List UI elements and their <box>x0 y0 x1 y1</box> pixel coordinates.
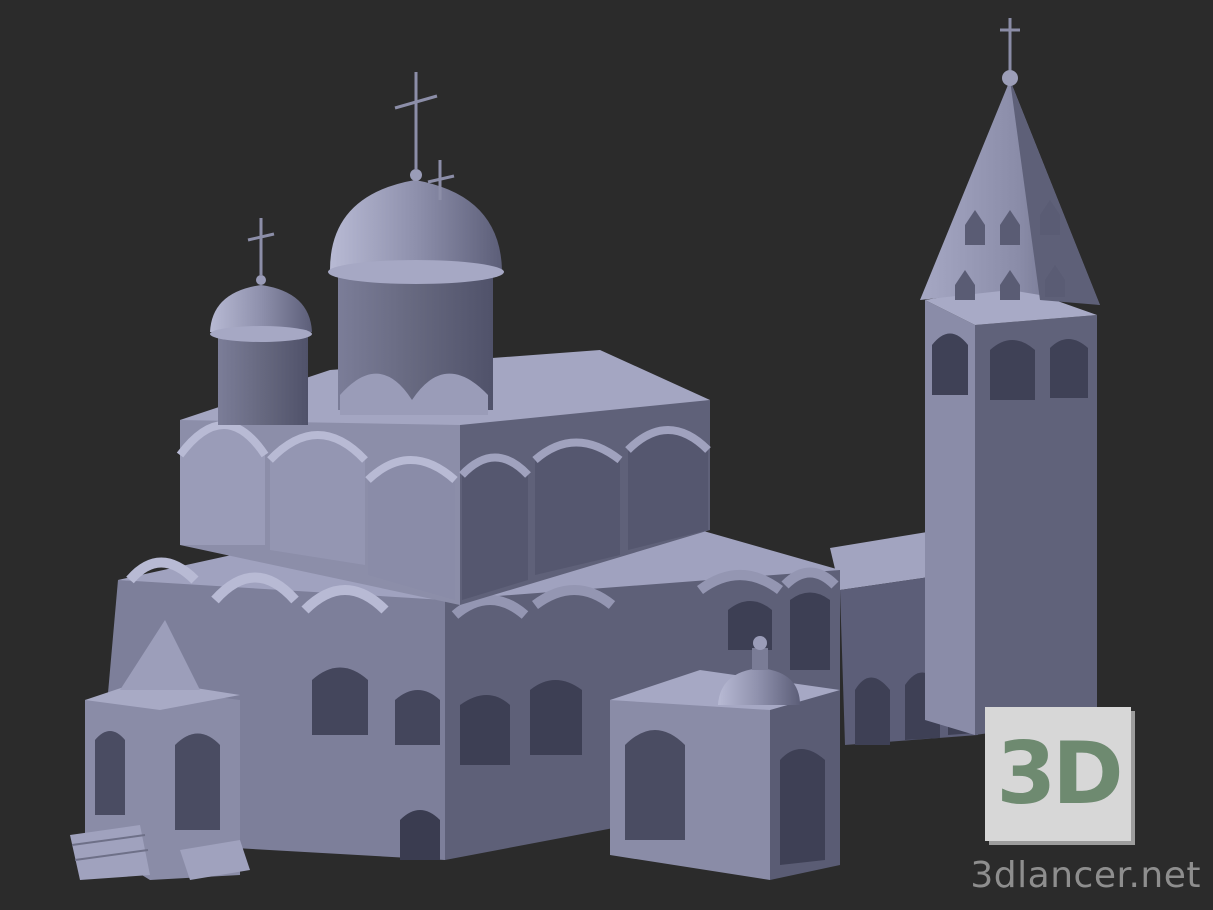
watermark-text: 3dlancer.net <box>970 855 1201 896</box>
3d-logo-badge: 3D <box>985 707 1131 841</box>
bell-tower <box>920 18 1100 735</box>
3d-logo-text: 3D <box>996 724 1123 824</box>
small-dome <box>210 218 312 425</box>
main-dome <box>328 72 504 415</box>
